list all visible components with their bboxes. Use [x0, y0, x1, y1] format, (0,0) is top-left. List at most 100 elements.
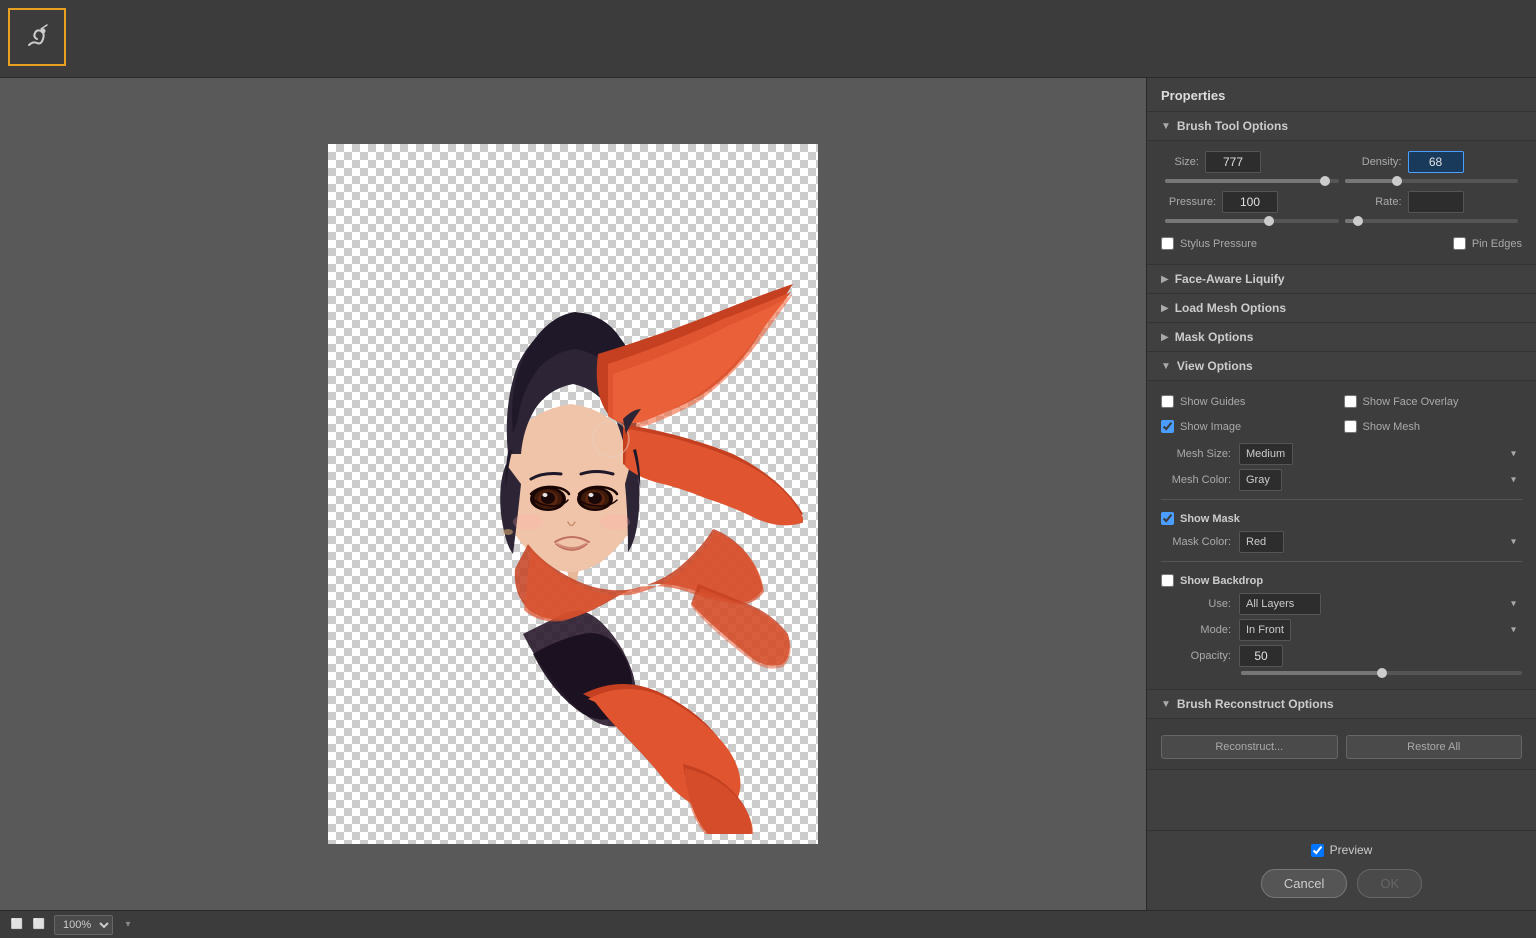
density-row: Density: — [1347, 151, 1523, 173]
view-options-title: View Options — [1177, 359, 1253, 373]
pressure-slider-thumb[interactable] — [1264, 216, 1274, 226]
brush-reconstruct-header[interactable]: ▼ Brush Reconstruct Options — [1147, 690, 1536, 719]
use-select[interactable]: All Layers Current Layer — [1239, 593, 1321, 615]
brush-tool-options-body: Size: Density: — [1147, 141, 1536, 265]
size-slider-fill — [1165, 179, 1325, 183]
liquify-tool-icon — [21, 21, 53, 53]
preview-checkbox[interactable] — [1311, 844, 1324, 857]
show-face-overlay-label: Show Face Overlay — [1363, 396, 1459, 408]
show-mesh-checkbox-row: Show Mesh — [1344, 420, 1523, 433]
zoom-dropdown-icon: ▾ — [121, 918, 135, 932]
mode-row: Mode: In Front Behind — [1161, 619, 1522, 641]
mode-select[interactable]: In Front Behind — [1239, 619, 1291, 641]
show-mesh-checkbox[interactable] — [1344, 420, 1357, 433]
view-options-header[interactable]: ▼ View Options — [1147, 352, 1536, 381]
size-slider-row — [1161, 179, 1522, 183]
show-mask-checkbox-row: Show Mask — [1161, 512, 1522, 525]
use-row: Use: All Layers Current Layer — [1161, 593, 1522, 615]
show-guides-checkbox[interactable] — [1161, 395, 1174, 408]
stylus-pressure-label: Stylus Pressure — [1180, 238, 1257, 250]
status-icon-2: ⬜ — [32, 918, 46, 932]
brush-reconstruct-title: Brush Reconstruct Options — [1177, 697, 1334, 711]
mesh-color-row: Mesh Color: Gray Black White Red — [1161, 469, 1522, 491]
view-options-arrow: ▼ — [1161, 361, 1171, 372]
use-label: Use: — [1161, 598, 1231, 610]
preview-label: Preview — [1330, 843, 1373, 857]
ok-button[interactable]: OK — [1357, 869, 1422, 898]
rate-slider-track[interactable] — [1345, 219, 1519, 223]
content-row: Properties ▼ Brush Tool Options Size: — [0, 78, 1536, 910]
face-aware-liquify-header[interactable]: ▶ Face-Aware Liquify — [1147, 265, 1536, 294]
stylus-pressure-checkbox-row: Stylus Pressure — [1161, 237, 1257, 250]
zoom-select[interactable]: 100% 50% 200% — [54, 915, 113, 935]
mesh-size-select[interactable]: Medium Small Large — [1239, 443, 1293, 465]
brush-reconstruct-arrow: ▼ — [1161, 699, 1171, 710]
opacity-slider-thumb[interactable] — [1377, 668, 1387, 678]
show-image-row: Show Image Show Mesh — [1161, 416, 1522, 437]
size-label: Size: — [1161, 156, 1199, 168]
show-backdrop-separator — [1161, 561, 1522, 570]
density-slider-track[interactable] — [1345, 179, 1519, 183]
properties-panel: Properties ▼ Brush Tool Options Size: — [1146, 78, 1536, 910]
panel-title: Properties — [1147, 78, 1536, 112]
size-slider-track[interactable] — [1165, 179, 1339, 183]
mode-label: Mode: — [1161, 624, 1231, 636]
mesh-size-row: Mesh Size: Medium Small Large — [1161, 443, 1522, 465]
mesh-size-label: Mesh Size: — [1161, 448, 1231, 460]
show-image-label: Show Image — [1180, 421, 1241, 433]
face-aware-liquify-arrow: ▶ — [1161, 274, 1169, 285]
pressure-label: Pressure: — [1161, 196, 1216, 208]
pressure-field-row: Pressure: — [1161, 191, 1337, 213]
reconstruct-buttons-row: Reconstruct... Restore All — [1161, 735, 1522, 759]
artwork-svg — [343, 154, 803, 834]
mesh-color-select[interactable]: Gray Black White Red — [1239, 469, 1282, 491]
show-image-checkbox[interactable] — [1161, 420, 1174, 433]
load-mesh-options-header[interactable]: ▶ Load Mesh Options — [1147, 294, 1536, 323]
show-backdrop-checkbox[interactable] — [1161, 574, 1174, 587]
restore-all-button[interactable]: Restore All — [1346, 735, 1523, 759]
header-bar — [0, 0, 1536, 78]
status-bar: ⬜ ⬜ 100% 50% 200% ▾ — [0, 910, 1536, 938]
brush-tool-options-arrow: ▼ — [1161, 121, 1171, 132]
pressure-slider-track[interactable] — [1165, 219, 1339, 223]
tool-icon-box[interactable] — [8, 8, 66, 66]
show-backdrop-checkbox-row: Show Backdrop — [1161, 574, 1522, 587]
mask-color-label: Mask Color: — [1161, 536, 1231, 548]
show-guides-row: Show Guides Show Face Overlay — [1161, 391, 1522, 412]
opacity-slider-fill — [1241, 671, 1382, 675]
density-slider-fill — [1345, 179, 1397, 183]
use-dropdown-wrapper: All Layers Current Layer — [1239, 593, 1522, 615]
show-mask-separator — [1161, 499, 1522, 508]
pressure-slider-fill — [1165, 219, 1269, 223]
opacity-input[interactable] — [1239, 645, 1283, 667]
show-mesh-label: Show Mesh — [1363, 421, 1420, 433]
stylus-pressure-checkbox[interactable] — [1161, 237, 1174, 250]
view-options-body: Show Guides Show Face Overlay Show Image — [1147, 381, 1536, 690]
reconstruct-button[interactable]: Reconstruct... — [1161, 735, 1338, 759]
mask-options-header[interactable]: ▶ Mask Options — [1147, 323, 1536, 352]
status-icon-1: ⬜ — [10, 918, 24, 932]
show-guides-checkbox-row: Show Guides — [1161, 395, 1340, 408]
pressure-input[interactable] — [1222, 191, 1278, 213]
load-mesh-options-title: Load Mesh Options — [1175, 301, 1286, 315]
size-input[interactable] — [1205, 151, 1261, 173]
show-mask-checkbox[interactable] — [1161, 512, 1174, 525]
brush-tool-options-header[interactable]: ▼ Brush Tool Options — [1147, 112, 1536, 141]
opacity-control — [1239, 645, 1522, 667]
show-face-overlay-checkbox-row: Show Face Overlay — [1344, 395, 1523, 408]
opacity-slider-track[interactable] — [1241, 671, 1522, 675]
density-slider-thumb[interactable] — [1392, 176, 1402, 186]
mesh-color-label: Mesh Color: — [1161, 474, 1231, 486]
rate-slider-thumb[interactable] — [1353, 216, 1363, 226]
pin-edges-checkbox[interactable] — [1453, 237, 1466, 250]
show-face-overlay-checkbox[interactable] — [1344, 395, 1357, 408]
app-wrapper: Properties ▼ Brush Tool Options Size: — [0, 0, 1536, 938]
cancel-button[interactable]: Cancel — [1261, 869, 1347, 898]
density-input[interactable] — [1408, 151, 1464, 173]
opacity-row: Opacity: — [1161, 645, 1522, 667]
mask-color-select[interactable]: Red Green Blue White Black — [1239, 531, 1284, 553]
panel-bottom: Preview Cancel OK — [1147, 830, 1536, 910]
rate-input[interactable] — [1408, 191, 1464, 213]
show-backdrop-label: Show Backdrop — [1180, 575, 1263, 587]
size-slider-thumb[interactable] — [1320, 176, 1330, 186]
